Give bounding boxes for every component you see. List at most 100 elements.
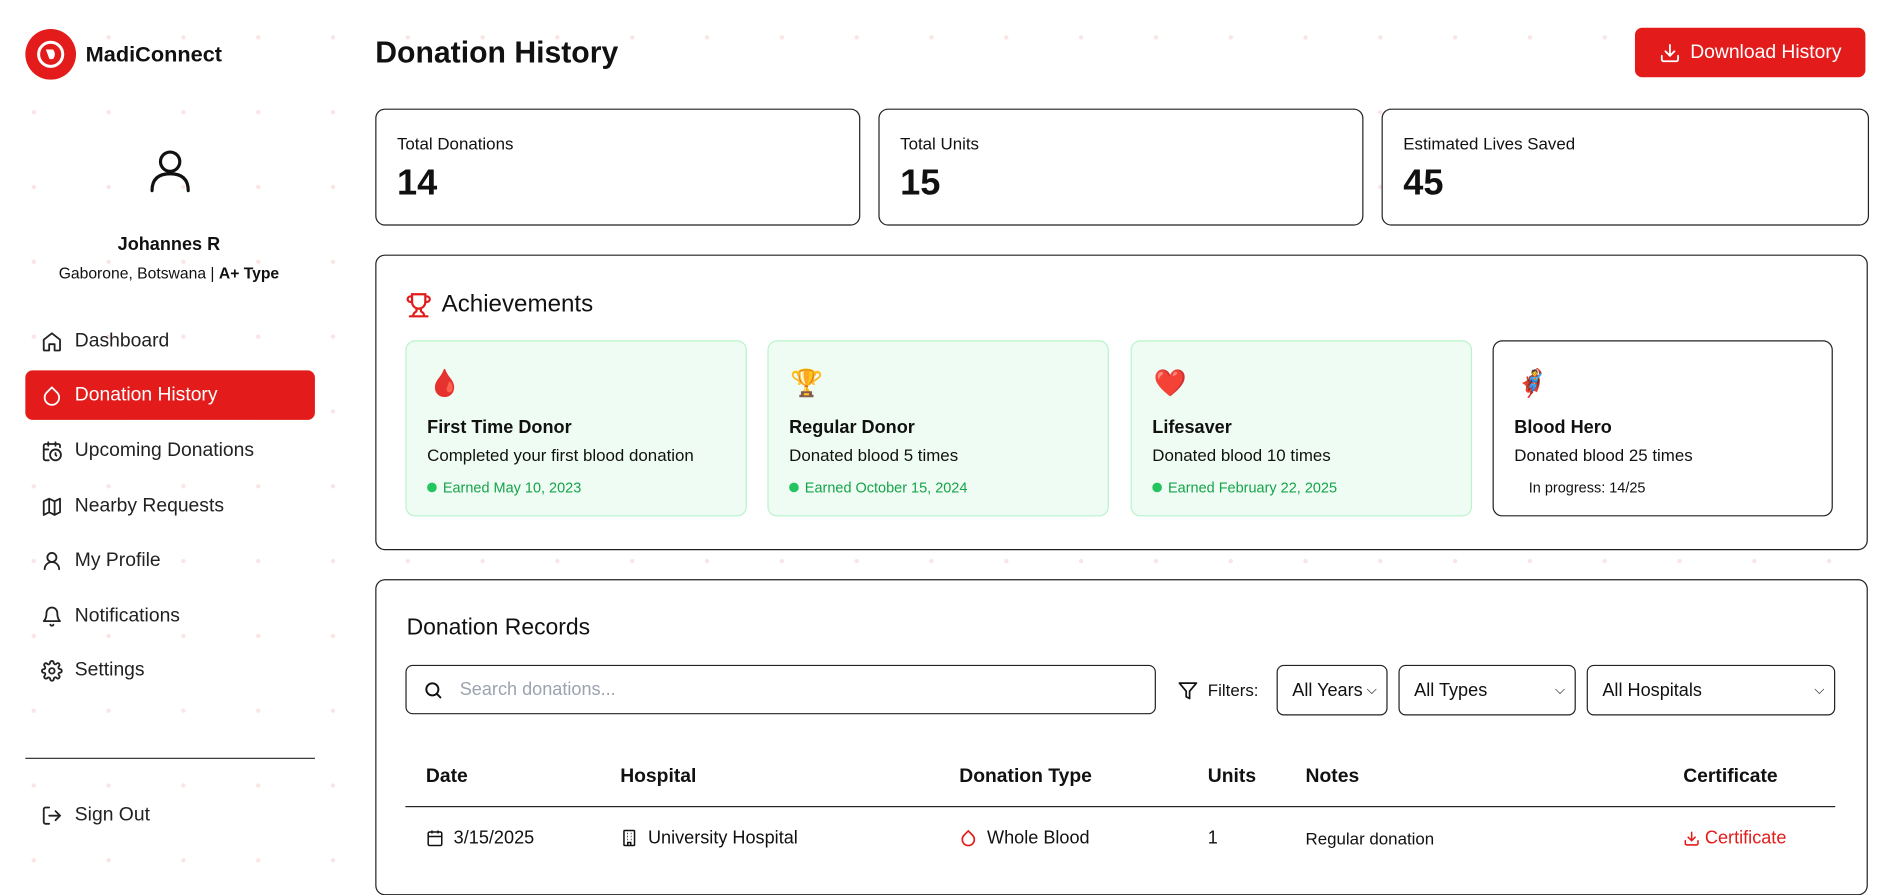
sign-out-button[interactable]: Sign Out	[25, 790, 315, 839]
achievement-progress: In progress: 14/25	[1528, 479, 1646, 496]
status-dot-icon	[1152, 482, 1162, 493]
gear-icon	[40, 658, 64, 682]
chevron-down-icon: ⌵	[1366, 682, 1377, 697]
download-icon	[1660, 43, 1679, 62]
hospital-filter-value: All Hospitals	[1602, 679, 1702, 701]
avatar-user-icon	[147, 147, 193, 199]
achievement-title: First Time Donor	[427, 417, 572, 438]
download-icon	[1684, 830, 1699, 846]
calendar-icon	[427, 830, 443, 847]
bell-icon	[40, 604, 64, 628]
type-cell: Whole Blood	[959, 827, 1090, 849]
col-date: Date	[425, 766, 468, 787]
achievement-title: Lifesaver	[1152, 417, 1232, 438]
sidebar-item-dashboard[interactable]: Dashboard	[25, 316, 315, 365]
sidebar-item-notifications[interactable]: Notifications	[25, 591, 315, 640]
status-dot-icon	[427, 482, 437, 493]
filters-label: Filters:	[1207, 680, 1259, 700]
hospital-filter-select[interactable]: All Hospitals ⌵	[1586, 664, 1836, 716]
type-filter-value: All Types	[1414, 679, 1488, 701]
sidebar-item-upcoming-donations[interactable]: Upcoming Donations	[25, 426, 315, 475]
sidebar-divider	[25, 757, 315, 759]
col-donation-type: Donation Type	[959, 766, 1092, 787]
hospital-value: University Hospital	[647, 827, 798, 849]
chevron-down-icon: ⌵	[1814, 682, 1825, 697]
user-location: Gaborone, Botswana | A+ Type	[0, 264, 338, 282]
sidebar-item-label: Dashboard	[74, 330, 170, 351]
user-name: Johannes R	[117, 234, 221, 255]
stat-total-donations: Total Donations 14	[375, 108, 861, 226]
achievement-earned: Earned October 15, 2024	[789, 479, 967, 496]
table-header-divider	[405, 806, 1836, 808]
achievement-card: 🩸 First Time Donor Completed your first …	[405, 340, 747, 517]
sidebar-item-label: Notifications	[74, 605, 180, 626]
achievement-card: ❤️ Lifesaver Donated blood 10 times Earn…	[1130, 340, 1473, 517]
page-title: Donation History	[375, 36, 619, 70]
sidebar-item-label: Upcoming Donations	[74, 439, 255, 461]
user-icon	[40, 548, 64, 572]
achievement-earned: Earned February 22, 2025	[1152, 479, 1337, 496]
brand-name: MadiConnect	[85, 42, 223, 67]
sidebar-item-label: My Profile	[74, 549, 161, 571]
earned-date: Earned October 15, 2024	[804, 479, 968, 496]
sidebar-item-donation-history[interactable]: Donation History	[25, 370, 315, 420]
page: MadiConnect Johannes R Gaborone, Botswan…	[0, 0, 1892, 895]
download-label: Download History	[1690, 41, 1842, 63]
col-units: Units	[1207, 766, 1257, 787]
trophy-icon	[405, 292, 432, 325]
achievement-title: Blood Hero	[1514, 417, 1612, 438]
units-cell: 1	[1207, 827, 1218, 849]
droplet-icon	[40, 383, 64, 407]
logo-icon	[25, 28, 77, 80]
sidebar-item-nearby-requests[interactable]: Nearby Requests	[25, 481, 315, 530]
date-cell: 3/15/2025	[426, 827, 535, 849]
search-input-box[interactable]	[405, 664, 1156, 715]
download-history-button[interactable]: Download History	[1634, 27, 1866, 78]
sidebar-item-label: Nearby Requests	[74, 495, 224, 516]
achievement-title: Regular Donor	[789, 417, 915, 438]
sidebar-item-label: Settings	[74, 659, 145, 680]
type-value: Whole Blood	[986, 827, 1090, 849]
achievement-desc: Donated blood 10 times	[1152, 445, 1331, 465]
stat-value: 15	[900, 162, 941, 203]
col-certificate: Certificate	[1683, 766, 1778, 787]
achievement-card: 🏆 Regular Donor Donated blood 5 times Ea…	[767, 340, 1109, 517]
year-filter-select[interactable]: All Years ⌵	[1276, 664, 1388, 716]
stat-label: Estimated Lives Saved	[1403, 133, 1576, 154]
location-text: Gaborone, Botswana |	[58, 264, 219, 283]
stat-label: Total Units	[900, 133, 979, 154]
achievement-emoji-icon: 🏆	[790, 368, 824, 399]
sidebar-item-settings[interactable]: Settings	[25, 646, 315, 695]
achievement-desc: Donated blood 5 times	[789, 445, 959, 465]
col-hospital: Hospital	[620, 766, 697, 787]
earned-date: Earned May 10, 2023	[442, 479, 582, 496]
droplet-icon	[961, 829, 976, 847]
achievements-panel: Achievements 🩸 First Time Donor Complete…	[375, 254, 1868, 551]
achievement-emoji-icon: ❤️	[1153, 368, 1187, 399]
certificate-label: Certificate	[1704, 827, 1787, 849]
records-panel	[375, 579, 1868, 895]
building-icon	[623, 829, 636, 847]
stat-lives-saved: Estimated Lives Saved 45	[1381, 108, 1870, 226]
certificate-link[interactable]: Certificate	[1683, 827, 1787, 849]
achievement-card: 🦸 Blood Hero Donated blood 25 times In p…	[1492, 340, 1833, 517]
date-value: 3/15/2025	[453, 827, 535, 849]
sign-out-label: Sign Out	[74, 804, 150, 825]
filter-icon	[1178, 681, 1199, 708]
search-input[interactable]	[457, 678, 1155, 702]
stat-value: 45	[1403, 162, 1444, 203]
stat-value: 14	[396, 162, 438, 203]
stat-label: Total Donations	[396, 133, 514, 154]
type-filter-select[interactable]: All Types ⌵	[1398, 664, 1576, 716]
stat-total-units: Total Units 15	[878, 108, 1364, 226]
records-title: Donation Records	[406, 615, 591, 641]
sidebar-item-label: Donation History	[74, 384, 218, 405]
status-dot-icon	[789, 482, 799, 493]
chevron-down-icon: ⌵	[1554, 682, 1565, 697]
earned-date: Earned February 22, 2025	[1167, 479, 1338, 496]
home-icon	[40, 329, 64, 353]
sidebar-item-my-profile[interactable]: My Profile	[25, 536, 315, 585]
achievements-title: Achievements	[441, 290, 594, 318]
year-filter-value: All Years	[1292, 679, 1363, 701]
sign-out-icon	[40, 803, 64, 827]
